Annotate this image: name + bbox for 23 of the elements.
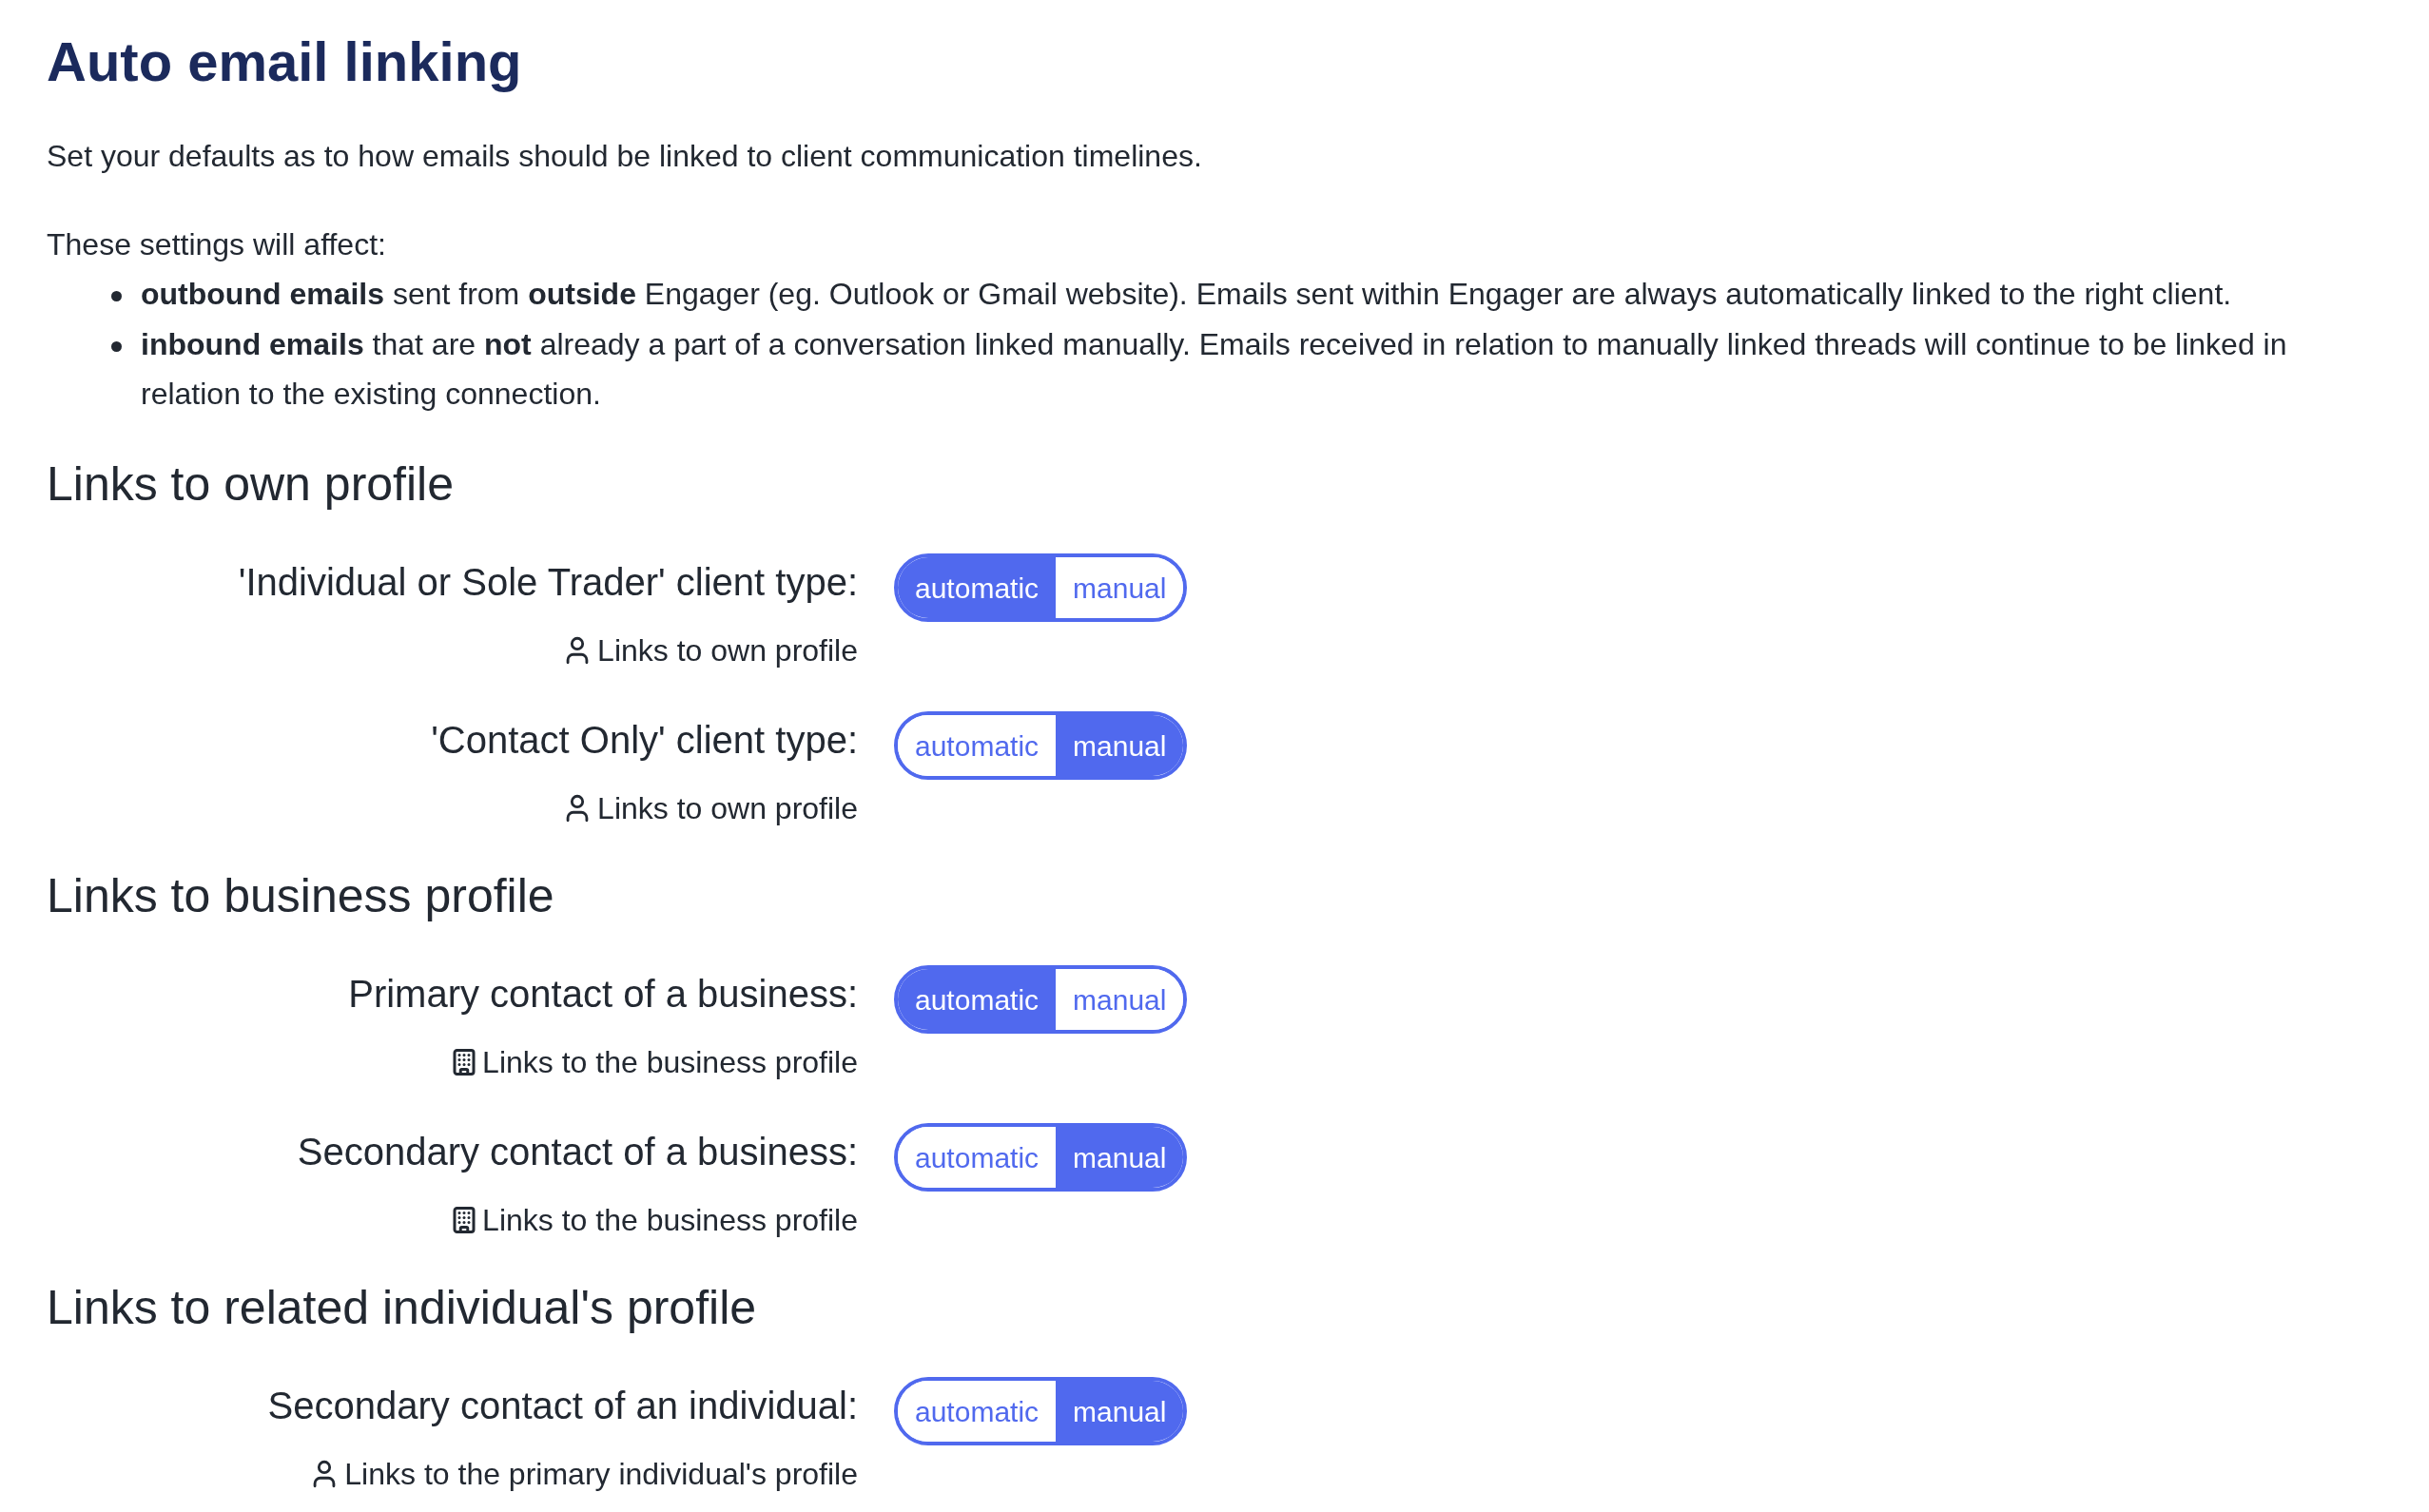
toggle-option[interactable]: automatic [898, 969, 1057, 1031]
setting-label: 'Contact Only' client type: [431, 718, 858, 764]
page-title: Auto email linking [47, 29, 523, 94]
setting-note: Links to the business profile [482, 1044, 858, 1082]
toggle-option[interactable]: manual [1056, 1127, 1184, 1189]
toggle-option[interactable]: automatic [898, 557, 1057, 619]
setting-label: Primary contact of a business: [348, 972, 858, 1018]
toggle-option[interactable]: manual [1056, 715, 1184, 777]
intro-text: Set your defaults as to how emails should be linked to client communication timelines. [47, 137, 1203, 175]
setting-note: Links to own profile [597, 790, 858, 828]
toggle-option[interactable]: manual [1056, 1381, 1184, 1443]
setting-note: Links to the business profile [482, 1202, 858, 1240]
setting-label: 'Individual or Sole Trader' client type: [238, 560, 858, 606]
section-heading: Links to own profile [47, 456, 455, 514]
setting-label: Secondary contact of an individual: [267, 1384, 858, 1429]
setting-note: Links to own profile [597, 632, 858, 670]
setting-note: Links to the primary individual's profile [344, 1456, 858, 1494]
section-heading: Links to business profile [47, 868, 555, 925]
bullet-text: outbound emails sent from outside Engager (eg. Outlook or Gmail website). Emails sent within Engager are always automatically linked to the right client. [141, 275, 2233, 313]
setting-label: Secondary contact of a business: [297, 1130, 858, 1175]
bullet-text: inbound emails that are not already a part of a conversation linked manually. Emails received in relation to manually linked threads will continue to be linked in relation to the existing connection. [141, 325, 2288, 414]
affect-heading: These settings will affect: [47, 225, 387, 263]
section-heading: Links to related individual's profile [47, 1280, 758, 1337]
